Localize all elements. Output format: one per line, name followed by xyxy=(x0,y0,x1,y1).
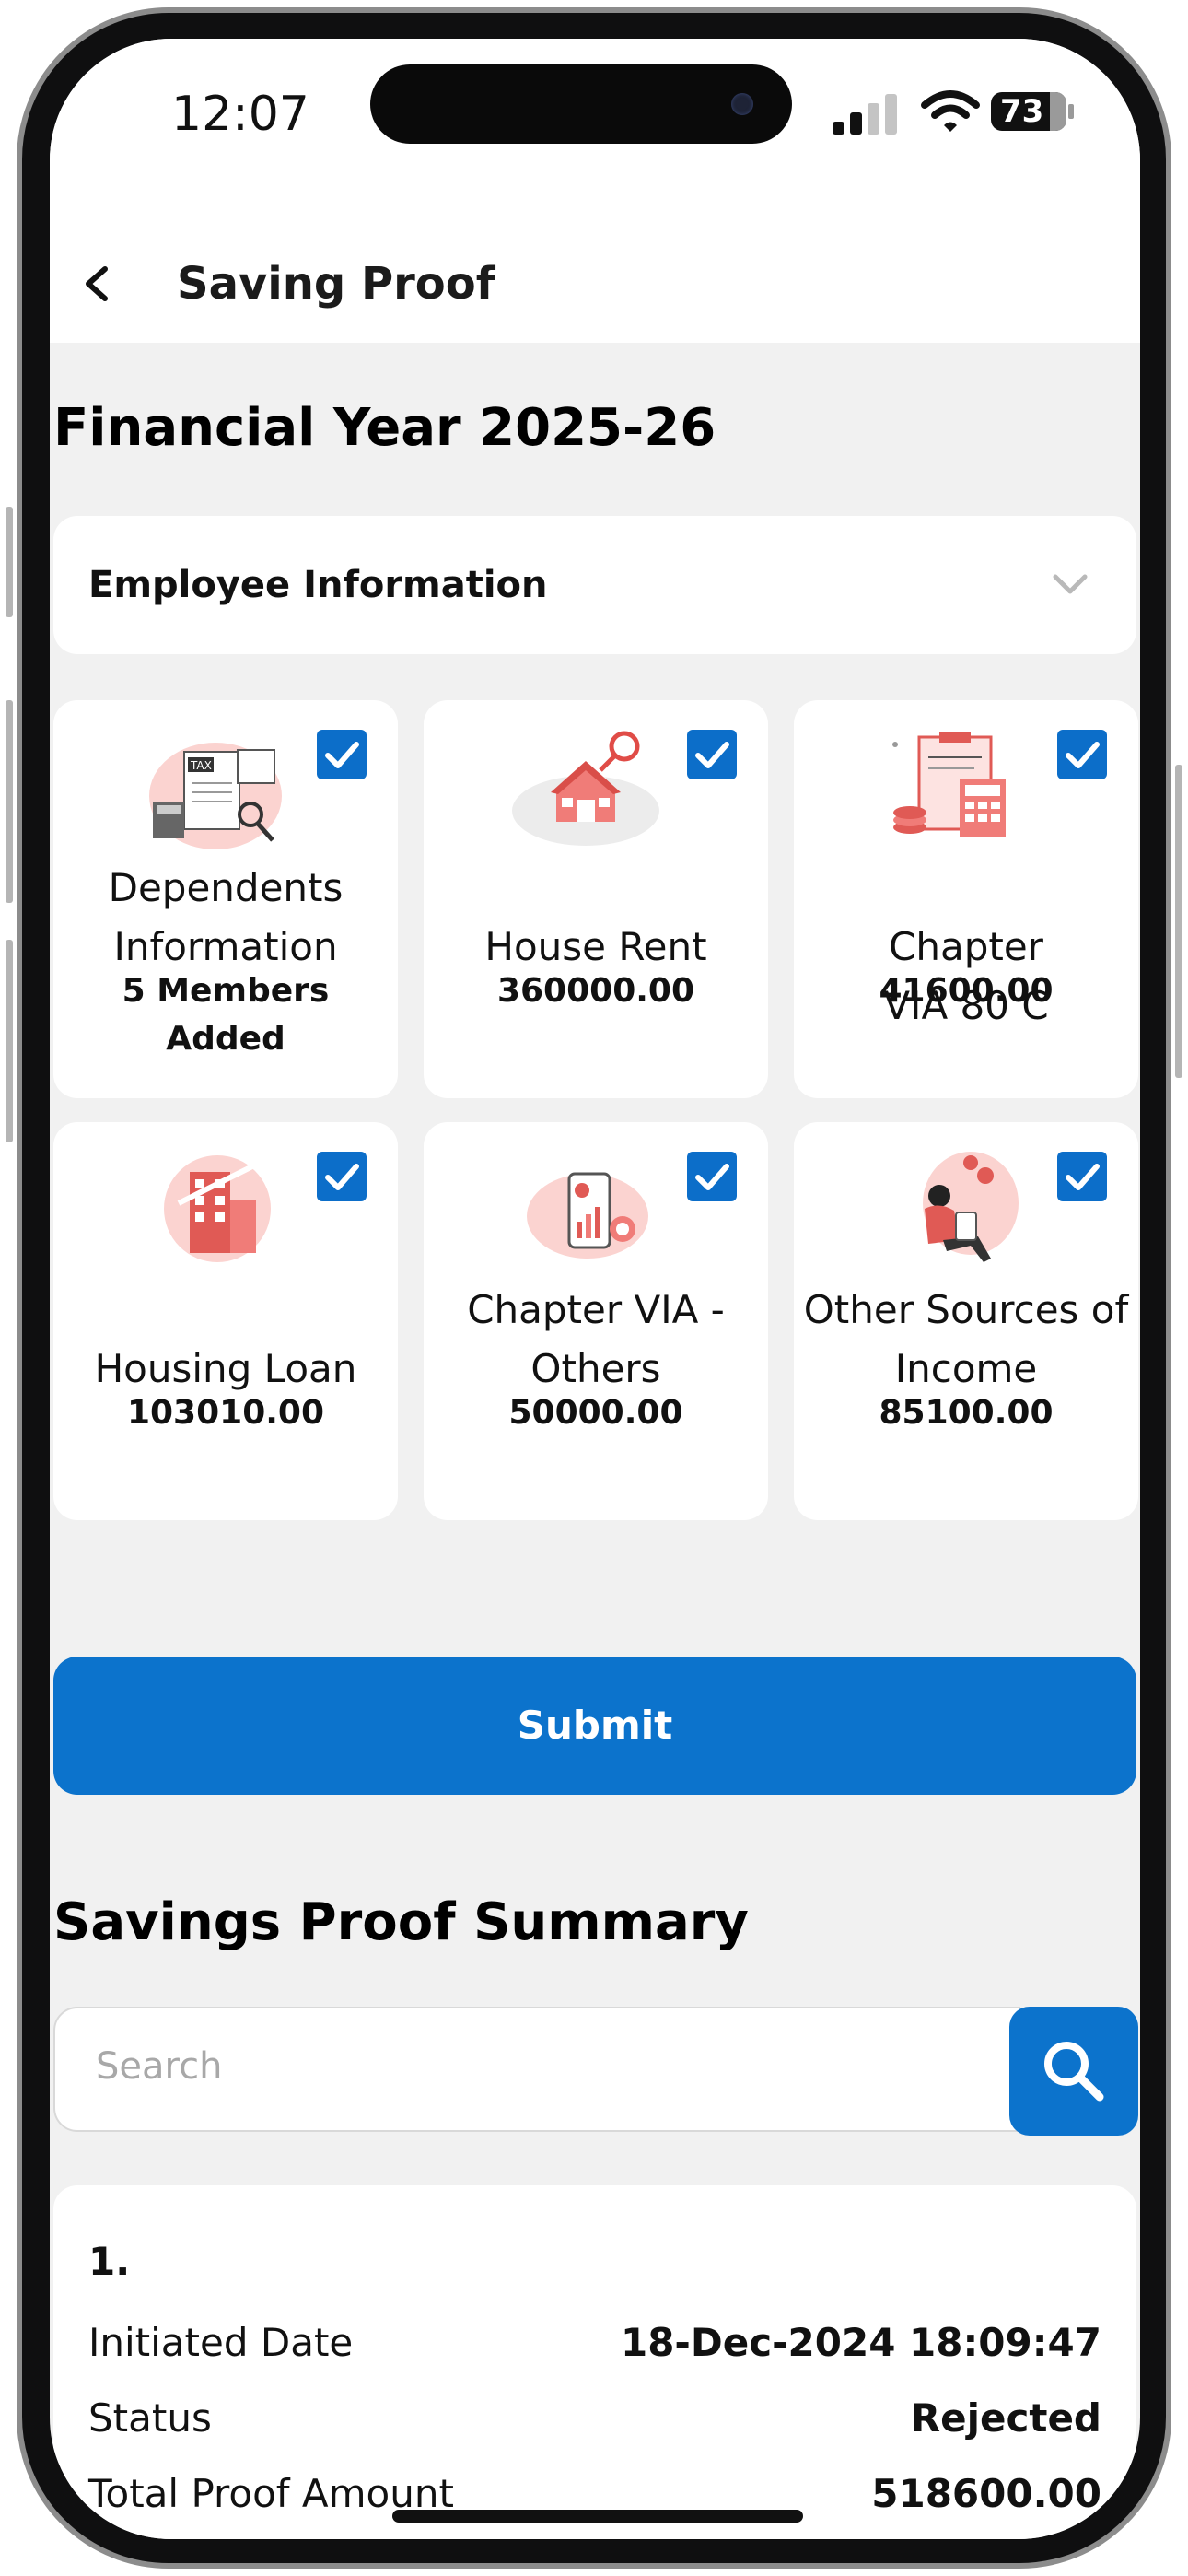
search-icon xyxy=(1044,2042,1104,2102)
tile-chapter-via-others[interactable]: Chapter VIA - Others 50000.00 xyxy=(424,1122,768,1520)
checkmark-icon xyxy=(325,1164,359,1190)
battery-level: 73 xyxy=(1000,93,1044,130)
tile-label: Dependents Information xyxy=(108,865,344,969)
tile-value: 5 Members Added xyxy=(122,972,330,1058)
chevron-down-icon xyxy=(1053,574,1088,594)
battery-icon: 73 xyxy=(991,92,1066,131)
checkmark-icon xyxy=(1066,1164,1100,1190)
volume-up-button xyxy=(6,700,13,903)
battery-tip xyxy=(1068,104,1074,119)
phone-chart-icon xyxy=(527,1172,648,1259)
volume-down-button xyxy=(6,940,13,1142)
status-label: Status xyxy=(88,2395,212,2441)
summary-heading: Savings Proof Summary xyxy=(53,1892,749,1952)
checkmark-icon xyxy=(1066,742,1100,768)
employee-information-label: Employee Information xyxy=(88,564,548,606)
other-sources-checkbox[interactable] xyxy=(1057,1152,1107,1201)
summary-record[interactable]: 1. Initiated Date 18-Dec-2024 18:09:47 S… xyxy=(53,2185,1136,2539)
tile-dependents-information[interactable]: TAX Dependents Information 5 Members Add… xyxy=(53,700,398,1098)
submit-button[interactable]: Submit xyxy=(53,1657,1136,1795)
building-loan-icon xyxy=(164,1155,271,1262)
tax-documents-icon: TAX xyxy=(149,743,282,849)
employee-information-accordion[interactable]: Employee Information xyxy=(53,516,1136,654)
tile-value: 41600.00 xyxy=(879,972,1054,1010)
tile-value: 50000.00 xyxy=(508,1394,683,1432)
tile-housing-loan[interactable]: Housing Loan 103010.00 xyxy=(53,1122,398,1520)
tile-value: 85100.00 xyxy=(879,1394,1054,1432)
screen: 12:07 73 Saving Proof Financial Year 202… xyxy=(50,39,1140,2539)
status-value: Rejected xyxy=(910,2395,1101,2441)
tile-chapter-via-80c[interactable]: Chapter VIA 80 C 41600.00 xyxy=(794,700,1138,1098)
tile-value: 103010.00 xyxy=(126,1394,325,1432)
back-arrow-icon[interactable] xyxy=(70,256,125,311)
tile-other-sources-of-income[interactable]: Other Sources of Income 85100.00 xyxy=(794,1122,1138,1520)
header: Saving Proof xyxy=(50,177,1140,343)
initiated-date-label: Initiated Date xyxy=(88,2320,354,2365)
checkmark-icon xyxy=(325,742,359,768)
tile-value: 360000.00 xyxy=(496,972,695,1010)
checkmark-icon xyxy=(695,1164,729,1190)
house-rent-checkbox[interactable] xyxy=(687,730,737,779)
tile-label: Chapter VIA - Others xyxy=(467,1287,725,1391)
checkmark-icon xyxy=(695,742,729,768)
svg-text:TAX: TAX xyxy=(190,759,212,772)
search-placeholder: Search xyxy=(96,2045,223,2088)
total-proof-amount-value: 518600.00 xyxy=(871,2471,1101,2516)
status-time: 12:07 xyxy=(171,87,309,142)
dependents-checkbox[interactable] xyxy=(317,730,367,779)
camera-icon xyxy=(731,93,753,115)
chapter-via-others-checkbox[interactable] xyxy=(687,1152,737,1201)
financial-year-heading: Financial Year 2025-26 xyxy=(53,398,716,458)
search-button[interactable] xyxy=(1009,2007,1138,2136)
initiated-date-value: 18-Dec-2024 18:09:47 xyxy=(620,2320,1101,2365)
record-number: 1. xyxy=(88,2239,131,2284)
signal-icon xyxy=(833,94,906,135)
tile-label: Other Sources of Income xyxy=(803,1287,1129,1391)
person-money-icon xyxy=(923,1152,1019,1262)
status-bar: 12:07 73 xyxy=(50,39,1140,177)
home-indicator[interactable] xyxy=(392,2510,803,2523)
power-button xyxy=(1175,765,1182,1078)
page-title: Saving Proof xyxy=(177,258,495,310)
chapter-via-80c-checkbox[interactable] xyxy=(1057,730,1107,779)
tile-house-rent[interactable]: House Rent 360000.00 xyxy=(424,700,768,1098)
search-input[interactable]: Search xyxy=(53,2007,1020,2132)
tax-calculator-icon xyxy=(892,732,1006,837)
silent-switch xyxy=(6,507,13,617)
dynamic-island xyxy=(370,64,792,144)
house-search-icon xyxy=(512,731,659,846)
wifi-icon xyxy=(921,90,980,132)
housing-loan-checkbox[interactable] xyxy=(317,1152,367,1201)
